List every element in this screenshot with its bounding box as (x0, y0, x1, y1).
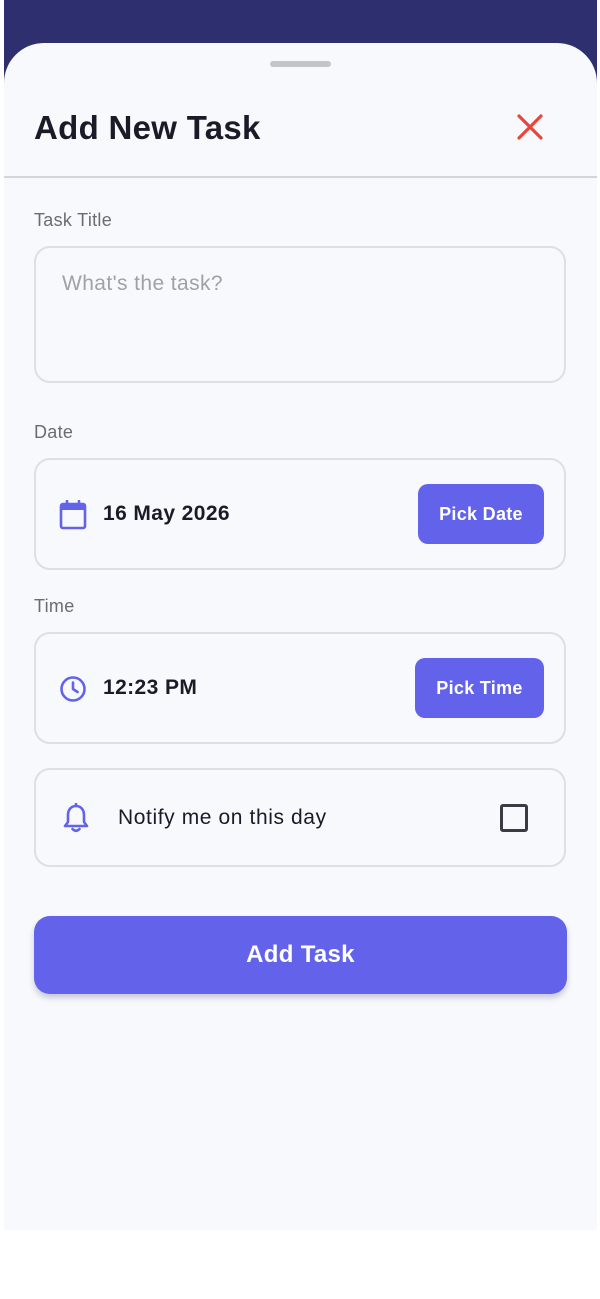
sheet-title: Add New Task (34, 109, 261, 146)
notify-checkbox[interactable] (500, 804, 528, 832)
notify-card[interactable]: Notify me on this day (34, 768, 566, 867)
pick-date-button[interactable]: Pick Date (418, 484, 544, 544)
time-card: 12:23 PM Pick Time (34, 632, 566, 744)
add-task-button[interactable]: Add Task (34, 916, 567, 994)
notify-label: Notify me on this day (118, 806, 327, 829)
clock-icon (58, 674, 88, 704)
task-title-input[interactable] (36, 248, 564, 381)
task-title-card (34, 246, 566, 383)
sheet-drag-handle[interactable] (270, 61, 331, 67)
add-task-bottom-sheet: Add New Task Task Title Date 16 May 2026… (4, 43, 597, 1230)
selected-date-value: 16 May 2026 (103, 502, 230, 525)
task-title-label: Task Title (34, 210, 113, 230)
bell-icon (61, 803, 91, 833)
close-button[interactable] (512, 109, 548, 145)
time-label: Time (34, 596, 75, 616)
selected-time-value: 12:23 PM (103, 676, 198, 699)
pick-time-button[interactable]: Pick Time (415, 658, 544, 718)
close-icon (517, 114, 543, 140)
date-card: 16 May 2026 Pick Date (34, 458, 566, 570)
date-label: Date (34, 422, 74, 442)
header-divider (4, 176, 597, 178)
calendar-icon (58, 500, 88, 530)
